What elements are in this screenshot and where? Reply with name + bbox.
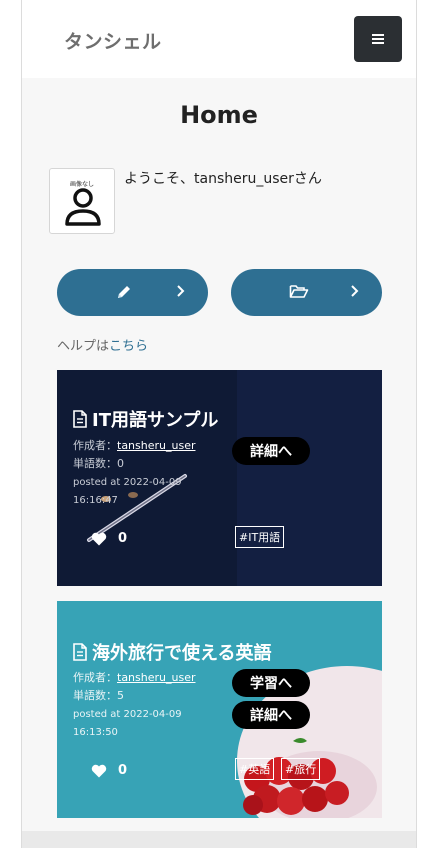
detail-button[interactable]: 詳細へ [232, 701, 310, 729]
word-count: 0 [117, 457, 124, 470]
author-link[interactable]: tansheru_user [117, 671, 195, 684]
user-icon [65, 188, 101, 226]
study-button[interactable]: 学習へ [232, 669, 310, 697]
create-list-button[interactable] [57, 269, 208, 316]
tag-travel[interactable]: #旅行 [281, 758, 321, 780]
author-label: 作成者： [73, 439, 117, 452]
detail-button[interactable]: 詳細へ [232, 437, 310, 465]
hamburger-icon [372, 34, 384, 44]
posted-date: posted at 2022-04-09 [73, 709, 182, 720]
posted-date: posted at 2022-04-09 [73, 477, 182, 488]
wordlist-card: IT用語サンプル 作成者：tansheru_user 単語数：0 posted … [57, 370, 382, 586]
card-count-row: 単語数：5 [73, 687, 124, 705]
wordlist-card: 海外旅行で使える英語 作成者：tansheru_user 単語数：5 poste… [57, 601, 382, 818]
welcome-message: ようこそ、tansheru_userさん [124, 171, 322, 187]
card-author-row: 作成者：tansheru_user [73, 437, 195, 455]
chevron-right-icon [351, 285, 359, 297]
pencil-icon [118, 286, 130, 298]
page-title: Home [180, 101, 258, 129]
heart-icon [91, 532, 107, 545]
posted-time: 16:16:47 [73, 495, 118, 506]
card-title[interactable]: 海外旅行で使える英語 [73, 639, 271, 665]
count-label: 単語数： [73, 689, 117, 702]
word-count: 5 [117, 689, 124, 702]
help-link[interactable]: こちら [109, 339, 148, 354]
like-button[interactable]: 0 [91, 531, 127, 546]
like-count: 0 [118, 531, 128, 546]
folder-open-icon [289, 285, 309, 298]
footer-bar [22, 831, 416, 848]
author-label: 作成者： [73, 671, 117, 684]
brand-logo[interactable]: タンシェル [64, 27, 162, 54]
card-title[interactable]: IT用語サンプル [73, 406, 218, 432]
posted-time: 16:13:50 [73, 727, 118, 738]
tag-it[interactable]: #IT用語 [235, 526, 285, 548]
like-button[interactable]: 0 [91, 763, 127, 778]
card-count-row: 単語数：0 [73, 455, 124, 473]
card-author-row: 作成者：tansheru_user [73, 669, 195, 687]
heart-icon [91, 764, 107, 777]
document-icon [73, 643, 87, 661]
card-title-text: 海外旅行で使える英語 [92, 643, 272, 664]
help-text: ヘルプはこちら [57, 335, 148, 354]
app-frame: タンシェル Home 画像なし ようこそ、tansheru_userさん ヘルプ… [21, 0, 417, 848]
card-title-text: IT用語サンプル [92, 410, 219, 431]
navbar: タンシェル [22, 0, 416, 78]
count-label: 単語数： [73, 457, 117, 470]
document-icon [73, 410, 87, 428]
like-count: 0 [118, 763, 128, 778]
avatar: 画像なし [49, 168, 115, 234]
tag-english[interactable]: #英語 [235, 758, 275, 780]
menu-toggle-button[interactable] [354, 16, 402, 62]
help-prefix: ヘルプは [57, 339, 110, 354]
my-lists-button[interactable] [231, 269, 382, 316]
chevron-right-icon [177, 285, 185, 297]
author-link[interactable]: tansheru_user [117, 439, 195, 452]
